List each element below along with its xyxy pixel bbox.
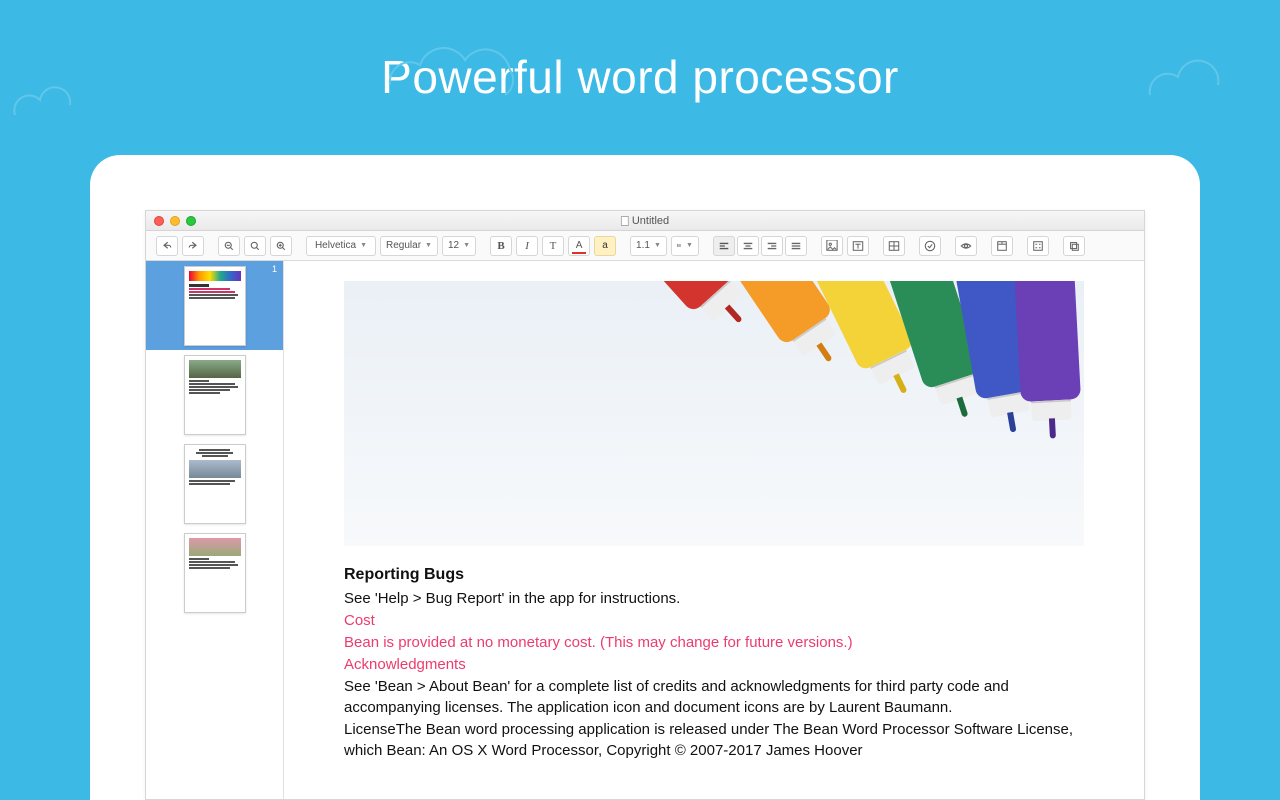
- zoom-button[interactable]: [186, 216, 196, 226]
- zoom-button[interactable]: [244, 236, 266, 256]
- decorative-cloud: [380, 25, 530, 115]
- body-text: See 'Help > Bug Report' in the app for i…: [344, 588, 1084, 609]
- undo-button[interactable]: [156, 236, 178, 256]
- page-thumbnail-3[interactable]: [146, 439, 283, 528]
- hero-title: Powerful word processor: [0, 0, 1280, 104]
- minimize-button[interactable]: [170, 216, 180, 226]
- align-center-button[interactable]: [737, 236, 759, 256]
- document-view[interactable]: Reporting Bugs See 'Help > Bug Report' i…: [284, 261, 1144, 799]
- device-frame: Untitled Helvetica▼ Regular▼ 12▼ B I T A…: [90, 155, 1200, 800]
- document-image: [344, 281, 1084, 546]
- document-icon: [621, 216, 629, 226]
- body-text: Cost: [344, 610, 1084, 631]
- text-box-button[interactable]: [847, 236, 869, 256]
- window-title: Untitled: [621, 215, 669, 227]
- thumbnail-panel: 1: [146, 261, 284, 799]
- decorative-cloud: [1140, 40, 1240, 120]
- layers-button[interactable]: [1063, 236, 1085, 256]
- traffic-lights: [154, 216, 196, 226]
- body-text: Bean is provided at no monetary cost. (T…: [344, 632, 1084, 653]
- insert-image-button[interactable]: [821, 236, 843, 256]
- checkmark-button[interactable]: [919, 236, 941, 256]
- page-thumbnail-1[interactable]: 1: [146, 261, 283, 350]
- page-thumbnail-2[interactable]: [146, 350, 283, 439]
- view-button[interactable]: [955, 236, 977, 256]
- font-select[interactable]: Helvetica▼: [306, 236, 376, 256]
- page-thumbnail-4[interactable]: [146, 528, 283, 617]
- close-button[interactable]: [154, 216, 164, 226]
- bold-button[interactable]: B: [490, 236, 512, 256]
- align-left-button[interactable]: [713, 236, 735, 256]
- align-justify-button[interactable]: [785, 236, 807, 256]
- heading: Reporting Bugs: [344, 564, 1084, 586]
- settings-button[interactable]: [1027, 236, 1049, 256]
- line-height-select[interactable]: 1.1▼: [630, 236, 667, 256]
- header-button[interactable]: [991, 236, 1013, 256]
- toolbar: Helvetica▼ Regular▼ 12▼ B I T A a 1.1▼ ▼: [146, 231, 1144, 261]
- zoom-in-button[interactable]: [270, 236, 292, 256]
- body-text: See 'Bean > About Bean' for a complete l…: [344, 676, 1084, 718]
- redo-button[interactable]: [182, 236, 204, 256]
- align-right-button[interactable]: [761, 236, 783, 256]
- list-select[interactable]: ▼: [671, 236, 699, 256]
- font-size-select[interactable]: 12▼: [442, 236, 476, 256]
- body-text: LicenseThe Bean word processing applicat…: [344, 719, 1084, 761]
- document-text: Reporting Bugs See 'Help > Bug Report' i…: [344, 564, 1084, 761]
- app-window: Untitled Helvetica▼ Regular▼ 12▼ B I T A…: [145, 210, 1145, 800]
- decorative-cloud: [10, 70, 80, 130]
- font-weight-select[interactable]: Regular▼: [380, 236, 438, 256]
- titlebar: Untitled: [146, 211, 1144, 231]
- italic-button[interactable]: I: [516, 236, 538, 256]
- highlight-button[interactable]: a: [594, 236, 616, 256]
- text-format-button[interactable]: T: [542, 236, 564, 256]
- body-text: Acknowledgments: [344, 654, 1084, 675]
- zoom-out-button[interactable]: [218, 236, 240, 256]
- font-color-button[interactable]: A: [568, 236, 590, 256]
- table-button[interactable]: [883, 236, 905, 256]
